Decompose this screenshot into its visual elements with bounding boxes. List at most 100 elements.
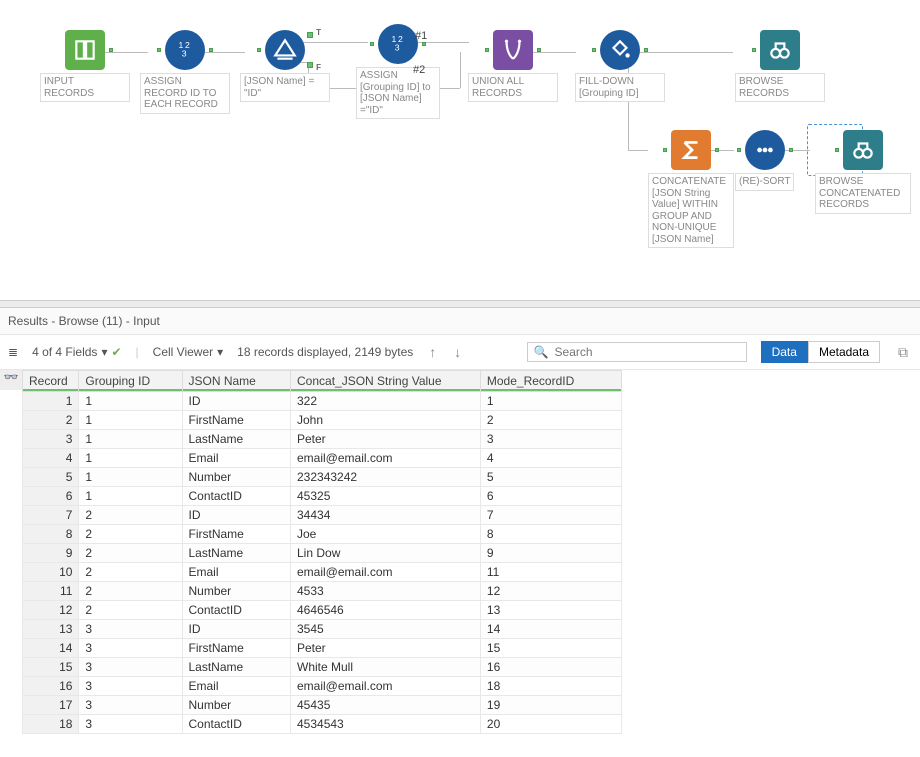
cell-record: 11 xyxy=(23,582,79,601)
table-row[interactable]: 173Number4543519 xyxy=(23,696,622,715)
cell-concat-value: 322 xyxy=(291,392,481,411)
cell-record: 6 xyxy=(23,487,79,506)
cell-grouping-id: 2 xyxy=(79,601,182,620)
tab-data[interactable]: Data xyxy=(761,341,808,363)
bucket-icon xyxy=(600,30,640,70)
cell-mode-recordid: 19 xyxy=(480,696,621,715)
cell-json-name: ContactID xyxy=(182,487,291,506)
binoculars-icon[interactable]: 👓 xyxy=(0,370,22,390)
table-row[interactable]: 82FirstNameJoe8 xyxy=(23,525,622,544)
results-grid: 👓 Record Grouping ID JSON Name Concat_JS… xyxy=(0,370,920,734)
table-row[interactable]: 92LastNameLin Dow9 xyxy=(23,544,622,563)
cell-record: 9 xyxy=(23,544,79,563)
cell-record: 5 xyxy=(23,468,79,487)
cell-record: 1 xyxy=(23,392,79,411)
tool-input-records[interactable]: INPUT RECORDS xyxy=(40,30,130,102)
tool-label: FILL-DOWN [Grouping ID] xyxy=(575,73,665,102)
cell-json-name: ID xyxy=(182,506,291,525)
cell-json-name: ContactID xyxy=(182,601,291,620)
cell-concat-value: 232343242 xyxy=(291,468,481,487)
cell-concat-value: 3545 xyxy=(291,620,481,639)
tool-filter[interactable]: T F [JSON Name] = "ID" xyxy=(240,30,330,102)
field-selector[interactable]: 4 of 4 Fields ▾ ✔ xyxy=(32,345,121,359)
data-table[interactable]: Record Grouping ID JSON Name Concat_JSON… xyxy=(22,370,622,734)
cell-mode-recordid: 20 xyxy=(480,715,621,734)
cell-grouping-id: 3 xyxy=(79,658,182,677)
col-record[interactable]: Record xyxy=(23,371,79,392)
cell-grouping-id: 2 xyxy=(79,563,182,582)
cell-record: 15 xyxy=(23,658,79,677)
cell-mode-recordid: 1 xyxy=(480,392,621,411)
table-row[interactable]: 112Number453312 xyxy=(23,582,622,601)
cell-mode-recordid: 9 xyxy=(480,544,621,563)
col-grouping-id[interactable]: Grouping ID xyxy=(79,371,182,392)
search-input-wrap[interactable]: 🔍 xyxy=(527,342,747,362)
cell-record: 2 xyxy=(23,411,79,430)
tool-label: ASSIGN RECORD ID TO EACH RECORD xyxy=(140,73,230,114)
check-icon: ✔ xyxy=(111,345,121,359)
cell-record: 18 xyxy=(23,715,79,734)
tool-browse-records[interactable]: BROWSE RECORDS xyxy=(735,30,825,102)
tab-metadata[interactable]: Metadata xyxy=(808,341,880,363)
panel-splitter[interactable] xyxy=(0,300,920,308)
cell-json-name: FirstName xyxy=(182,525,291,544)
tool-record-id[interactable]: 123 ASSIGN RECORD ID TO EACH RECORD xyxy=(140,30,230,114)
svg-text:3: 3 xyxy=(182,49,187,59)
table-row[interactable]: 122ContactID464654613 xyxy=(23,601,622,620)
table-row[interactable]: 183ContactID453454320 xyxy=(23,715,622,734)
table-row[interactable]: 143FirstNamePeter15 xyxy=(23,639,622,658)
table-row[interactable]: 21FirstNameJohn2 xyxy=(23,411,622,430)
cell-concat-value: 34434 xyxy=(291,506,481,525)
cell-json-name: Number xyxy=(182,696,291,715)
tool-resort[interactable]: (RE)-SORT xyxy=(735,130,794,191)
dots-icon xyxy=(745,130,785,170)
list-icon[interactable]: ≣ xyxy=(8,345,18,359)
table-row[interactable]: 11ID3221 xyxy=(23,392,622,411)
cell-viewer-label: Cell Viewer xyxy=(153,345,213,359)
popout-icon[interactable]: ⧉ xyxy=(894,344,912,361)
cell-grouping-id: 2 xyxy=(79,506,182,525)
numbers-icon: 123 xyxy=(165,30,205,70)
arrow-up-icon[interactable]: ↑ xyxy=(427,344,438,360)
tool-label: [JSON Name] = "ID" xyxy=(240,73,330,102)
search-icon: 🔍 xyxy=(534,345,549,359)
table-row[interactable]: 133ID354514 xyxy=(23,620,622,639)
workflow-canvas[interactable]: INPUT RECORDS 123 ASSIGN RECORD ID TO EA… xyxy=(0,0,920,300)
table-row[interactable]: 163Emailemail@email.com18 xyxy=(23,677,622,696)
field-selector-label: 4 of 4 Fields xyxy=(32,345,97,359)
cell-concat-value: email@email.com xyxy=(291,449,481,468)
cell-json-name: ContactID xyxy=(182,715,291,734)
cell-mode-recordid: 18 xyxy=(480,677,621,696)
cell-record: 14 xyxy=(23,639,79,658)
cell-mode-recordid: 2 xyxy=(480,411,621,430)
table-row[interactable]: 51Number2323432425 xyxy=(23,468,622,487)
cell-viewer-dropdown[interactable]: Cell Viewer ▾ xyxy=(153,345,224,359)
tool-assign-grouping[interactable]: 123 ASSIGN [Grouping ID] to [JSON Name] … xyxy=(356,24,440,119)
cell-json-name: LastName xyxy=(182,658,291,677)
cell-concat-value: White Mull xyxy=(291,658,481,677)
cell-record: 3 xyxy=(23,430,79,449)
arrow-down-icon[interactable]: ↓ xyxy=(452,344,463,360)
tool-concatenate[interactable]: CONCATENATE [JSON String Value] WITHIN G… xyxy=(648,130,734,248)
col-mode-recordid[interactable]: Mode_RecordID xyxy=(480,371,621,392)
tool-filldown[interactable]: FILL-DOWN [Grouping ID] xyxy=(575,30,665,102)
table-row[interactable]: 72ID344347 xyxy=(23,506,622,525)
table-row[interactable]: 41Emailemail@email.com4 xyxy=(23,449,622,468)
table-row[interactable]: 153LastNameWhite Mull16 xyxy=(23,658,622,677)
table-row[interactable]: 31LastNamePeter3 xyxy=(23,430,622,449)
search-input[interactable] xyxy=(555,345,740,359)
cell-json-name: Email xyxy=(182,563,291,582)
cell-mode-recordid: 14 xyxy=(480,620,621,639)
cell-mode-recordid: 15 xyxy=(480,639,621,658)
tool-label: BROWSE RECORDS xyxy=(735,73,825,102)
cell-concat-value: John xyxy=(291,411,481,430)
tool-browse-concat[interactable]: BROWSE CONCATENATED RECORDS xyxy=(815,130,911,214)
cell-grouping-id: 1 xyxy=(79,449,182,468)
col-concat-value[interactable]: Concat_JSON String Value xyxy=(291,371,481,392)
col-json-name[interactable]: JSON Name xyxy=(182,371,291,392)
tool-label: INPUT RECORDS xyxy=(40,73,130,102)
table-row[interactable]: 61ContactID453256 xyxy=(23,487,622,506)
numbers-icon: 123 xyxy=(378,24,418,64)
table-row[interactable]: 102Emailemail@email.com11 xyxy=(23,563,622,582)
tool-union[interactable]: UNION ALL RECORDS xyxy=(468,30,558,102)
